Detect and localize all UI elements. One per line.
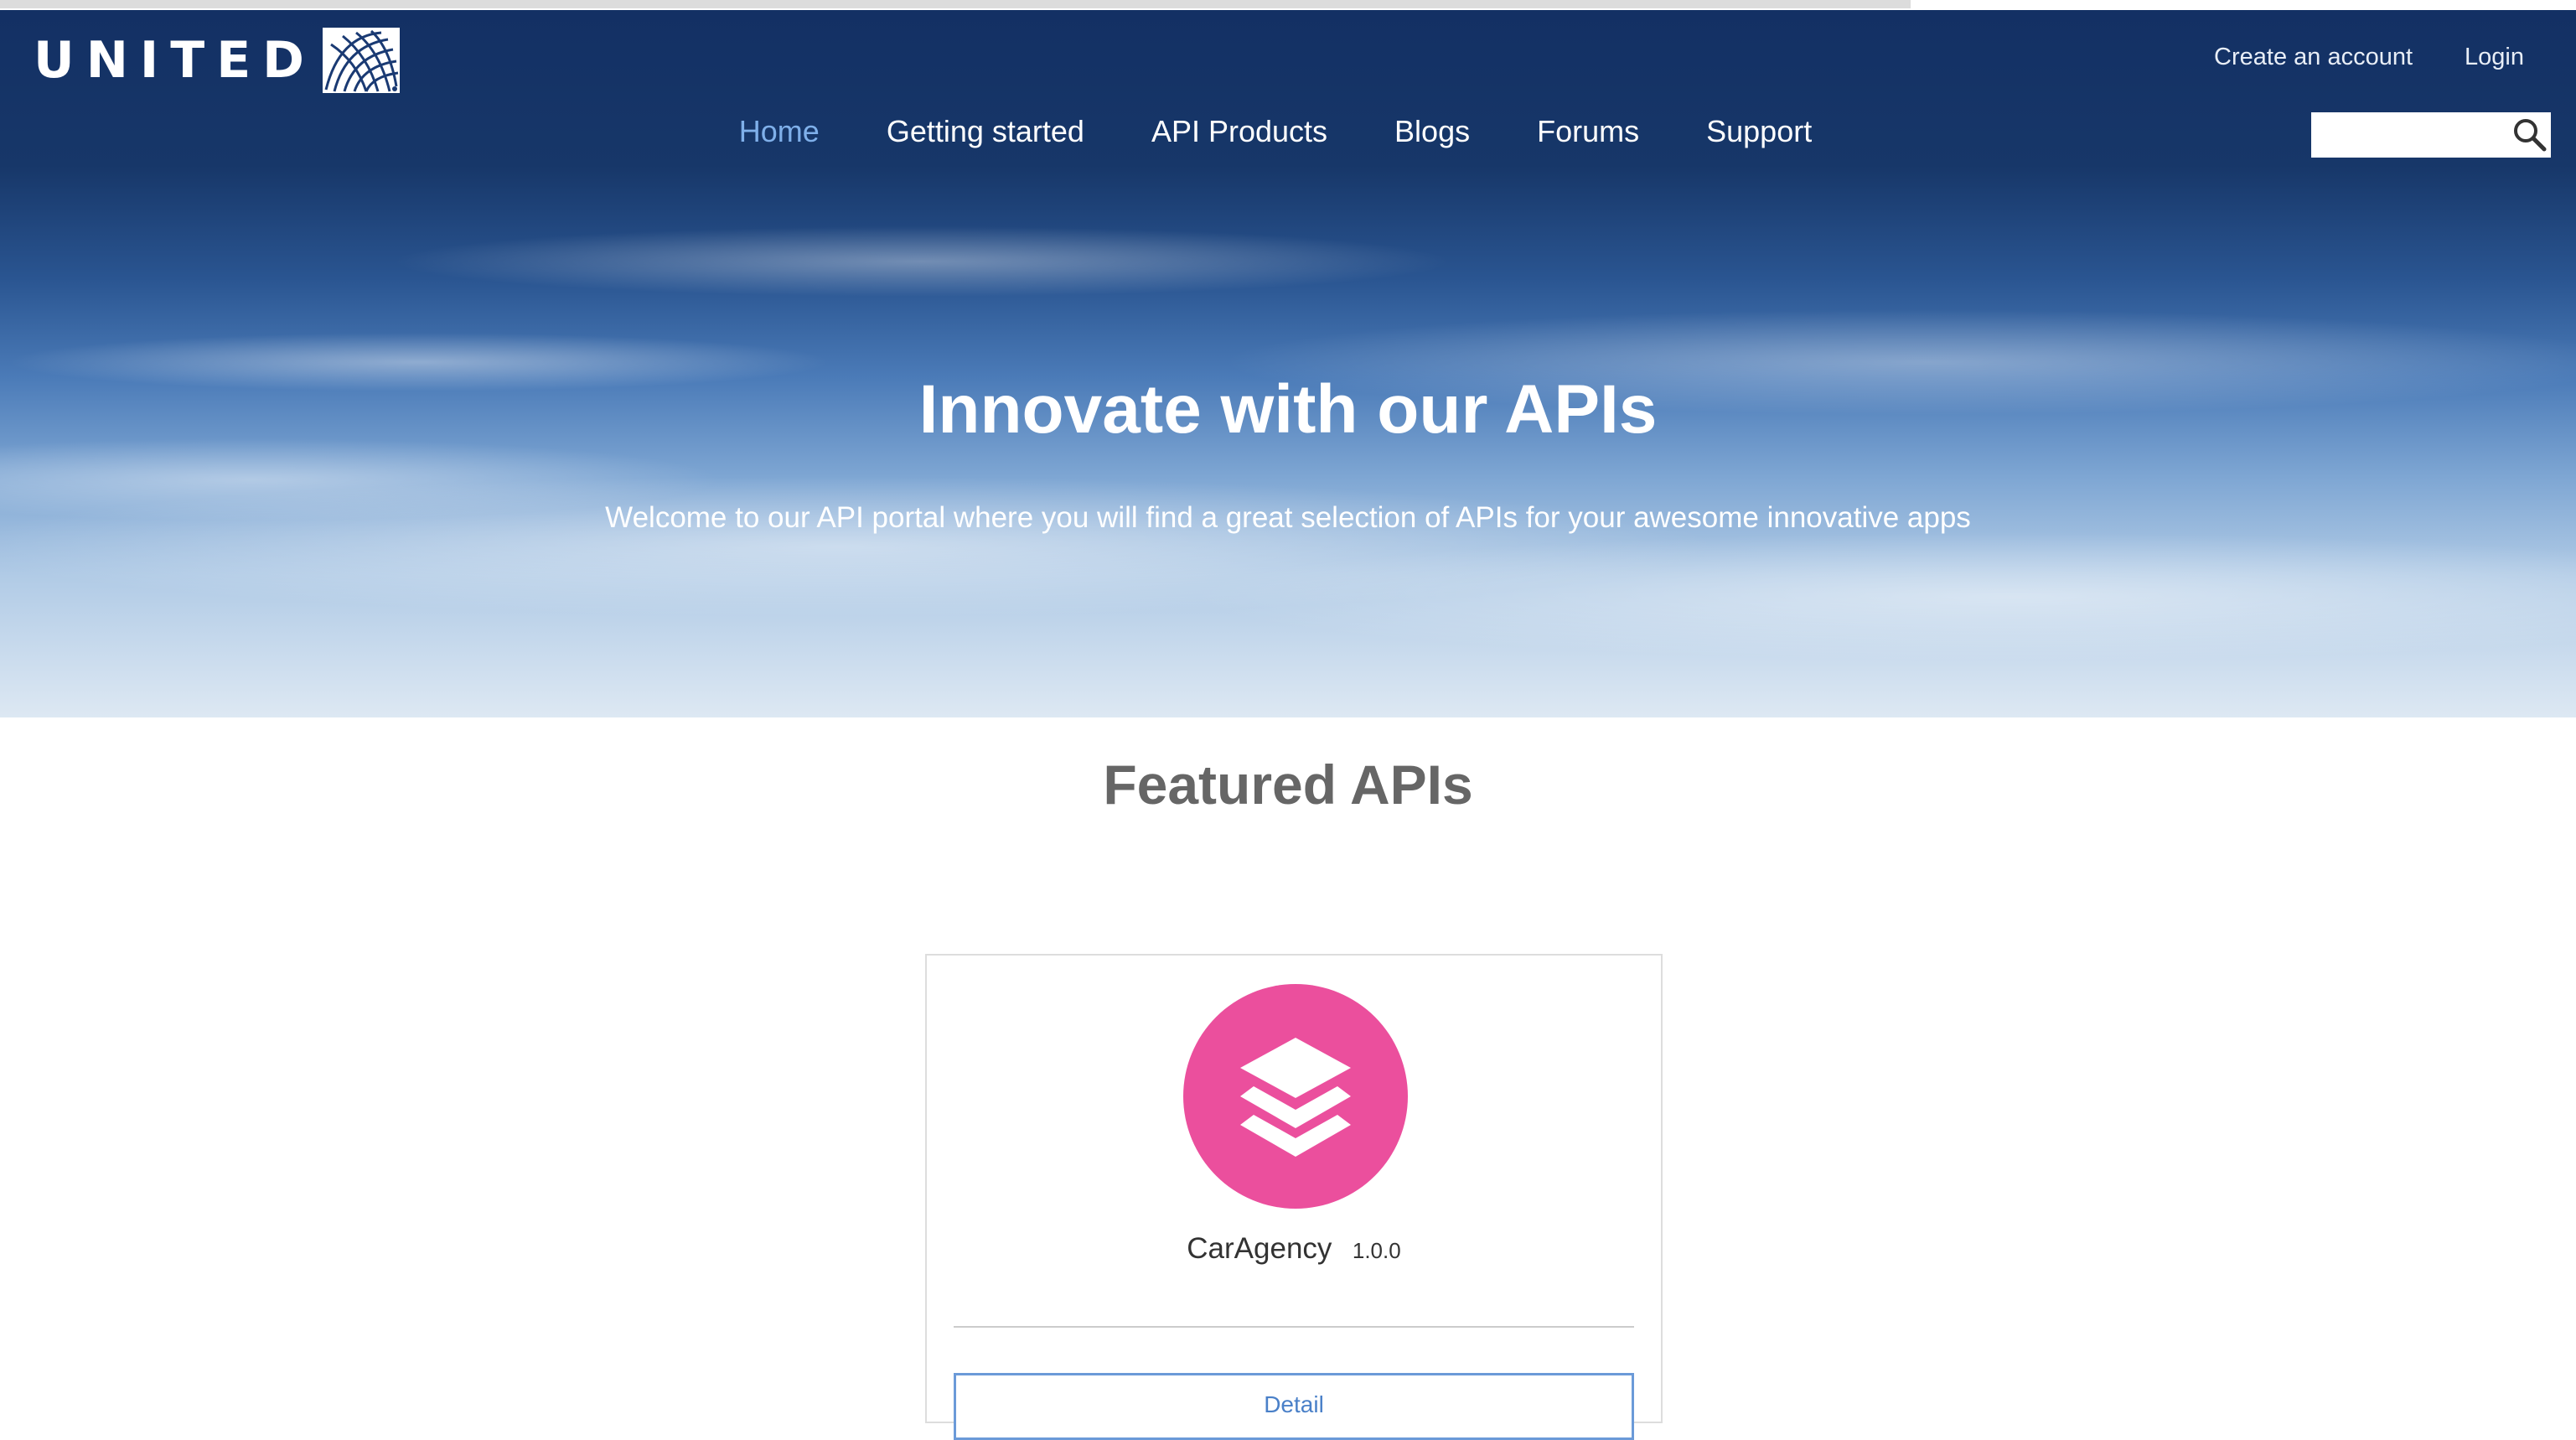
nav-item-api-products[interactable]: API Products (1151, 114, 1327, 149)
api-name[interactable]: CarAgency (1187, 1232, 1332, 1265)
main-nav: Home Getting started API Products Blogs … (0, 114, 2576, 149)
detail-button[interactable]: Detail (954, 1373, 1634, 1440)
search-box (2311, 112, 2551, 158)
loading-progress-bar (0, 0, 1911, 8)
layers-icon (1183, 984, 1408, 1209)
logo-wordmark: UNITED (34, 31, 316, 90)
login-link[interactable]: Login (2465, 44, 2524, 71)
search-icon[interactable] (2509, 114, 2551, 156)
account-links: Create an account Login (2214, 44, 2524, 71)
search-input[interactable] (2311, 112, 2504, 158)
nav-item-home[interactable]: Home (739, 114, 820, 149)
top-loading-strip (0, 0, 2576, 10)
api-card[interactable]: CarAgency 1.0.0 Detail (925, 954, 1663, 1440)
hero-subtitle: Welcome to our API portal where you will… (605, 501, 1971, 534)
api-title-row: CarAgency 1.0.0 (927, 1232, 1661, 1266)
hero-banner: UNITED Create an account Login Home Gett… (0, 10, 2576, 717)
nav-item-support[interactable]: Support (1706, 114, 1812, 149)
api-version: 1.0.0 (1352, 1238, 1401, 1263)
nav-item-blogs[interactable]: Blogs (1394, 114, 1470, 149)
card-divider (954, 1326, 1634, 1328)
united-logo[interactable]: UNITED (34, 27, 400, 94)
hero-title: Innovate with our APIs (918, 371, 1658, 448)
nav-item-getting-started[interactable]: Getting started (887, 114, 1084, 149)
featured-apis-title: Featured APIs (1103, 754, 1473, 816)
create-account-link[interactable]: Create an account (2214, 44, 2413, 71)
globe-logo-icon (322, 28, 400, 93)
nav-item-forums[interactable]: Forums (1537, 114, 1639, 149)
